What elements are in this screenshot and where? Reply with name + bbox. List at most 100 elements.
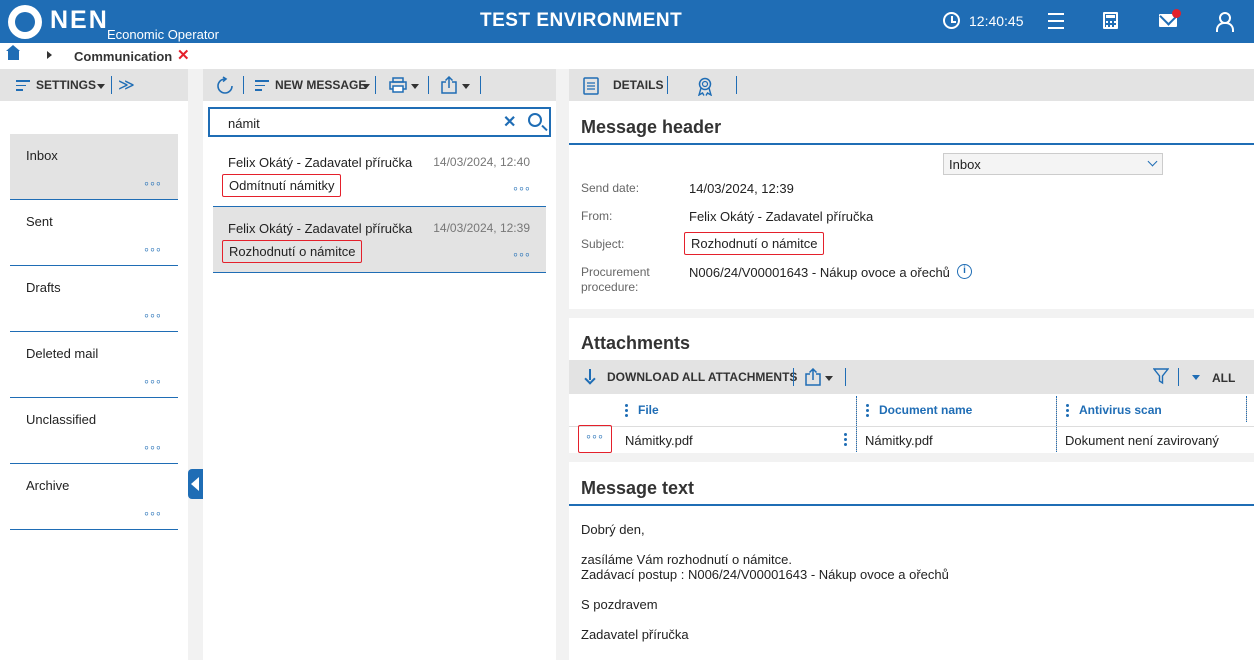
column-header-document-name[interactable]: Document name <box>879 403 972 417</box>
brand-name: NEN <box>50 6 109 34</box>
toolbar-divider <box>793 368 794 386</box>
message-list-item[interactable]: Felix Okátý - Zadavatel příručka 14/03/2… <box>213 207 546 273</box>
more-options-icon[interactable]: ◦◦◦ <box>513 247 531 261</box>
message-sender: Felix Okátý - Zadavatel příručka <box>228 155 413 170</box>
procedure-label-cont: procedure: <box>581 280 639 294</box>
export-icon[interactable] <box>805 368 821 386</box>
column-divider <box>1056 396 1057 452</box>
session-clock: 12:40:45 <box>969 13 1024 29</box>
breadcrumb: Communication ✕ <box>0 43 1254 69</box>
view-caret-icon[interactable] <box>1192 375 1200 380</box>
export-caret-icon[interactable] <box>462 84 470 89</box>
more-options-icon[interactable]: ◦◦◦ <box>144 242 162 256</box>
settings-caret-icon[interactable] <box>97 84 105 89</box>
view-all-button[interactable]: ALL <box>1212 371 1235 385</box>
filter-icon[interactable] <box>1153 368 1169 385</box>
search-icon[interactable] <box>528 113 542 127</box>
folders-toolbar: SETTINGS ≫ <box>0 69 188 101</box>
message-date: 14/03/2024, 12:40 <box>433 155 530 169</box>
download-icon <box>584 369 596 385</box>
messages-toolbar: NEW MESSAGE <box>203 69 556 101</box>
toolbar-divider <box>375 76 376 94</box>
column-menu-icon[interactable] <box>866 404 869 417</box>
search-input[interactable] <box>228 114 488 132</box>
more-options-icon[interactable]: ◦◦◦ <box>513 181 531 195</box>
folder-unclassified[interactable]: Unclassified ◦◦◦ <box>10 398 178 464</box>
home-icon[interactable] <box>6 45 20 60</box>
folder-archive[interactable]: Archive ◦◦◦ <box>10 464 178 530</box>
export-caret-icon[interactable] <box>825 376 833 381</box>
message-list-item[interactable]: Felix Okátý - Zadavatel příručka 14/03/2… <box>213 141 546 207</box>
column-divider <box>1246 396 1247 422</box>
message-subject: Odmítnutí námitky <box>222 174 342 197</box>
message-body-line: Dobrý den, <box>581 522 645 537</box>
chevron-right-icon <box>47 51 52 59</box>
message-list-panel: ✕ Felix Okátý - Zadavatel příručka 14/03… <box>203 101 556 660</box>
info-icon[interactable]: i <box>957 264 972 279</box>
folder-label: Deleted mail <box>26 346 99 361</box>
award-icon[interactable] <box>696 76 714 96</box>
refresh-icon[interactable] <box>215 76 235 96</box>
detail-toolbar: DETAILS <box>569 69 1254 101</box>
folder-label: Inbox <box>26 148 58 163</box>
expand-panel-button[interactable]: ≫ <box>118 75 135 95</box>
attachments-section: Attachments DOWNLOAD ALL ATTACHMENTS ALL… <box>569 318 1254 453</box>
toolbar-divider <box>428 76 429 94</box>
toolbar-divider <box>667 76 668 94</box>
settings-button[interactable]: SETTINGS <box>36 78 96 92</box>
download-all-button[interactable]: DOWNLOAD ALL ATTACHMENTS <box>607 370 797 384</box>
message-body-line: zasíláme Vám rozhodnutí o námitce. <box>581 552 792 567</box>
print-icon[interactable] <box>389 77 407 93</box>
close-tab-icon[interactable]: ✕ <box>177 46 190 64</box>
toolbar-divider <box>111 76 112 94</box>
more-options-icon[interactable]: ◦◦◦ <box>144 176 162 190</box>
column-divider <box>856 396 857 452</box>
hamburger-menu-icon[interactable] <box>1048 13 1064 29</box>
calculator-icon[interactable] <box>1103 12 1118 29</box>
column-menu-icon[interactable] <box>1066 404 1069 417</box>
more-options-icon[interactable]: ◦◦◦ <box>144 308 162 322</box>
environment-title: TEST ENVIRONMENT <box>480 10 683 31</box>
column-header-antivirus-scan[interactable]: Antivirus scan <box>1079 403 1162 417</box>
folder-deleted-mail[interactable]: Deleted mail ◦◦◦ <box>10 332 178 398</box>
column-menu-icon[interactable] <box>625 404 628 417</box>
more-options-icon[interactable]: ◦◦◦ <box>144 374 162 388</box>
section-title: Message text <box>581 478 695 498</box>
toolbar-divider <box>243 76 244 94</box>
folder-inbox[interactable]: Inbox ◦◦◦ <box>10 134 178 200</box>
folder-select[interactable]: Inbox <box>943 153 1163 175</box>
procedure-value[interactable]: N006/24/V00001643 - Nákup ovoce a ořechů <box>689 265 950 280</box>
folder-drafts[interactable]: Drafts ◦◦◦ <box>10 266 178 332</box>
column-header-file[interactable]: File <box>638 403 659 417</box>
folder-select-value: Inbox <box>949 157 981 172</box>
more-options-icon[interactable]: ◦◦◦ <box>144 440 162 454</box>
toolbar-divider <box>845 368 846 386</box>
send-date-label: Send date: <box>581 181 640 195</box>
message-body-line: Zadávací postup : N006/24/V00001643 - Ná… <box>581 567 949 582</box>
toolbar-divider <box>480 76 481 94</box>
more-options-icon[interactable]: ◦◦◦ <box>144 506 162 520</box>
folder-sent[interactable]: Sent ◦◦◦ <box>10 200 178 266</box>
from-value: Felix Okátý - Zadavatel příručka <box>689 209 874 224</box>
message-sender: Felix Okátý - Zadavatel příručka <box>228 221 413 236</box>
attachment-file[interactable]: Námitky.pdf <box>625 433 693 448</box>
collapse-panel-icon[interactable] <box>188 469 203 499</box>
row-more-options-icon[interactable]: ◦◦◦ <box>578 425 612 453</box>
details-tab[interactable]: DETAILS <box>613 78 663 92</box>
message-body-line: S pozdravem <box>581 597 658 612</box>
new-message-caret-icon[interactable] <box>362 84 370 89</box>
cell-menu-icon[interactable] <box>844 433 847 446</box>
export-icon[interactable] <box>441 76 457 94</box>
details-icon <box>583 77 599 95</box>
table-row-divider <box>569 426 1254 427</box>
notification-badge <box>1172 9 1181 18</box>
new-message-button[interactable]: NEW MESSAGE <box>275 78 366 92</box>
message-body-line: Zadavatel příručka <box>581 627 689 642</box>
nen-logo-icon[interactable] <box>8 5 42 39</box>
from-label: From: <box>581 209 613 223</box>
print-caret-icon[interactable] <box>411 84 419 89</box>
breadcrumb-current[interactable]: Communication <box>74 49 172 64</box>
clear-search-icon[interactable]: ✕ <box>503 112 516 132</box>
message-text-section: Message text Dobrý den, zasíláme Vám roz… <box>569 462 1254 660</box>
user-icon[interactable] <box>1215 12 1234 32</box>
